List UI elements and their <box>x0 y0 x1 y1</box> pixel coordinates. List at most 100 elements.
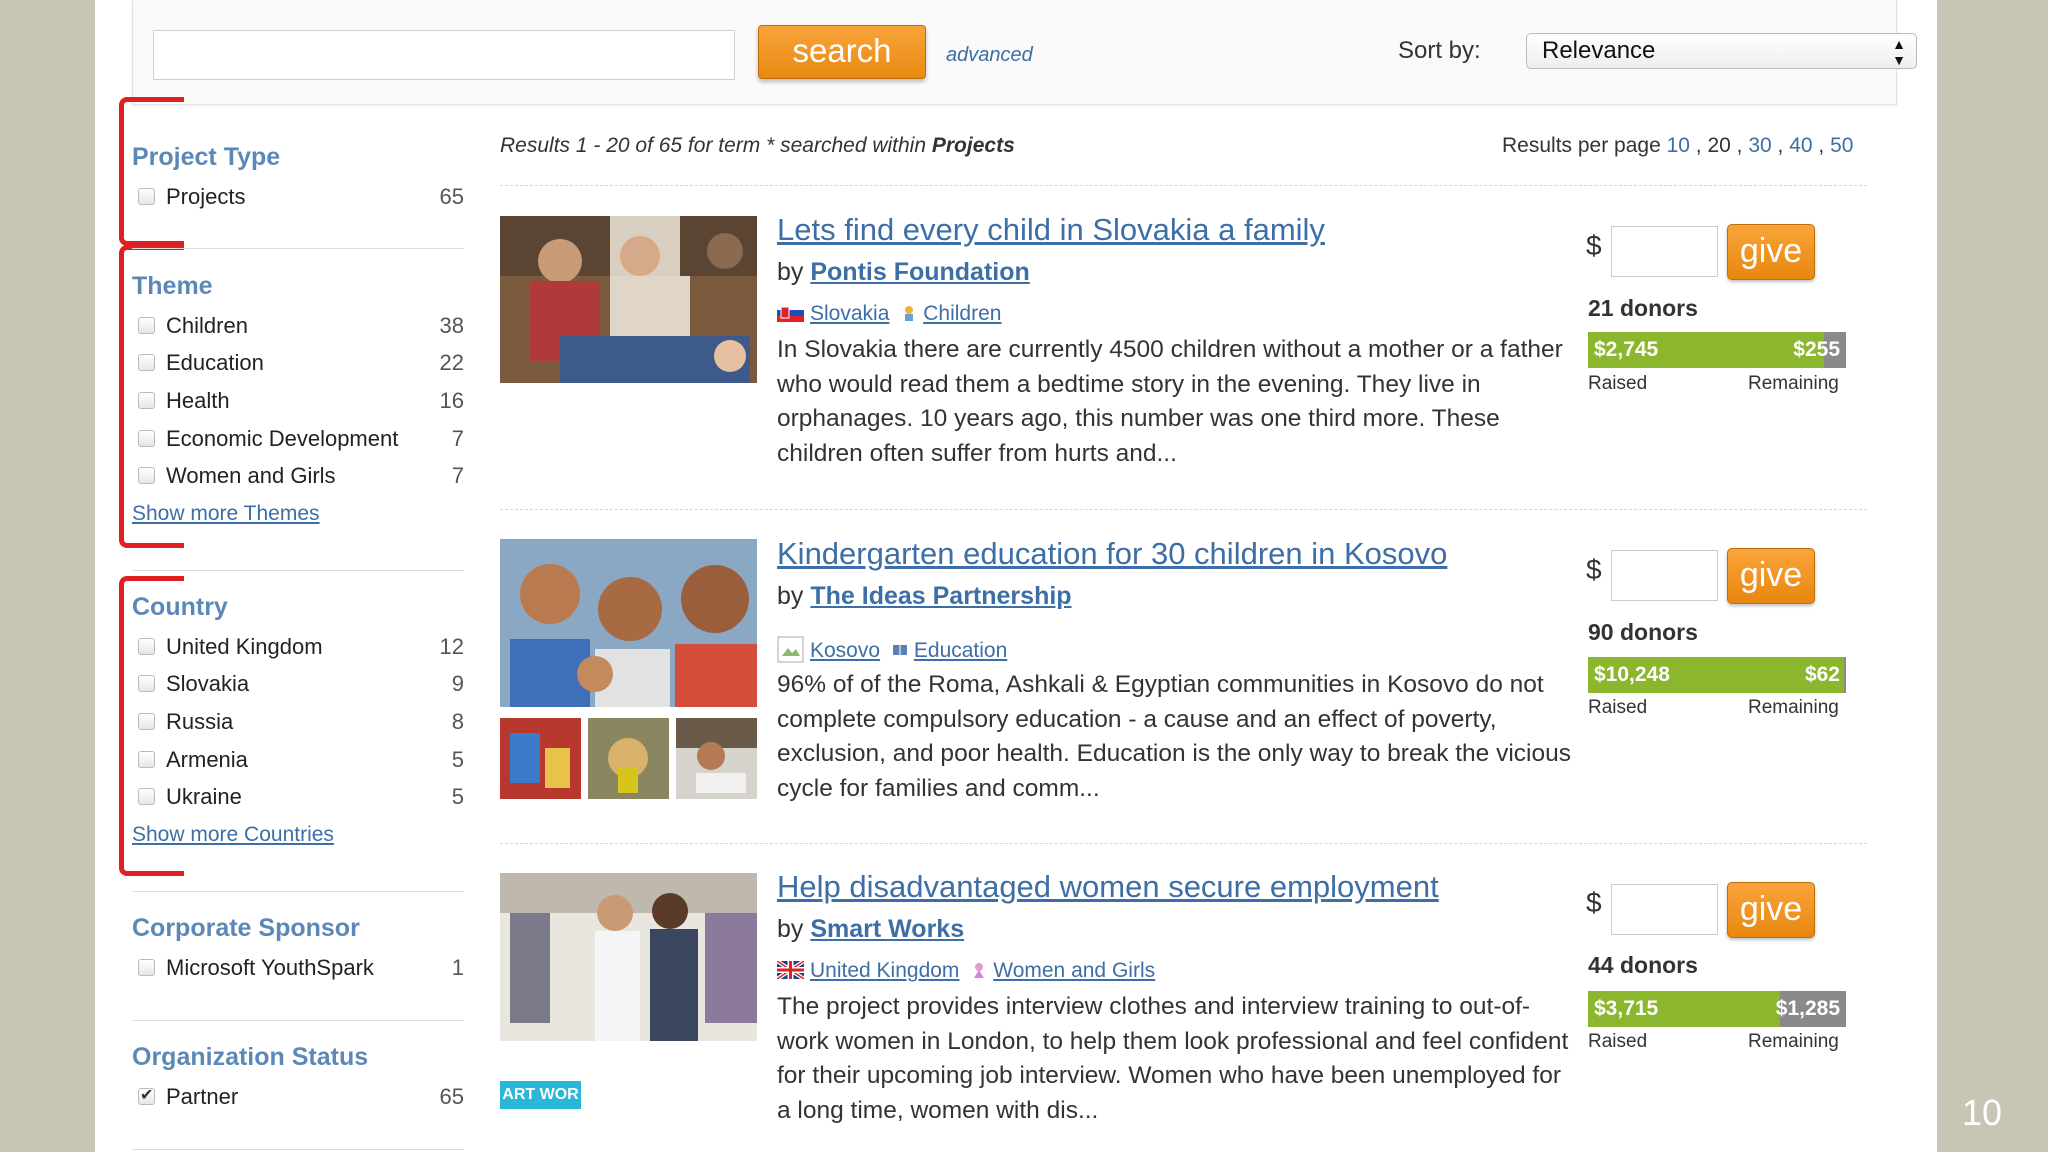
facet-title-theme: Theme <box>132 272 213 300</box>
sort-select[interactable]: Relevance ▲ ▼ <box>1526 33 1917 69</box>
organization-link[interactable]: The Ideas Partnership <box>810 582 1071 610</box>
facet-divider <box>132 1020 464 1021</box>
facet-option-partner[interactable]: Partner 65 <box>138 1084 464 1112</box>
facet-checkbox[interactable] <box>138 788 155 805</box>
show-more-countries-link[interactable]: Show more Countries <box>132 823 334 847</box>
facet-checkbox-checked[interactable] <box>138 1085 155 1105</box>
project-thumbnail[interactable] <box>588 718 669 799</box>
raised-label: Raised <box>1588 697 1648 718</box>
facet-option-education[interactable]: Education 22 <box>138 350 464 378</box>
byline-prefix: by <box>777 915 804 943</box>
facet-checkbox[interactable] <box>138 467 155 484</box>
donation-amount-input[interactable] <box>1611 884 1718 935</box>
project-photo[interactable] <box>500 539 757 707</box>
facet-option-microsoft-youthspark[interactable]: Microsoft YouthSpark 1 <box>138 955 464 983</box>
facet-option-economic-development[interactable]: Economic Development 7 <box>138 426 464 454</box>
give-button[interactable]: give <box>1727 548 1815 604</box>
theme-tag-link[interactable]: Women and Girls <box>993 959 1155 982</box>
facet-divider <box>132 248 464 249</box>
facet-checkbox[interactable] <box>138 638 155 655</box>
organization-link[interactable]: Pontis Foundation <box>810 258 1029 286</box>
search-button[interactable]: search <box>758 25 926 79</box>
remaining-amount: $255 <box>1793 338 1840 361</box>
results-scope: Projects <box>931 134 1015 157</box>
remaining-label: Remaining <box>1748 697 1839 718</box>
results-divider <box>500 843 1867 844</box>
facet-checkbox[interactable] <box>138 959 155 976</box>
facet-option-children[interactable]: Children 38 <box>138 313 464 341</box>
country-tag-link[interactable]: Kosovo <box>810 639 880 662</box>
project-title-link[interactable]: Lets find every child in Slovakia a fami… <box>777 212 1325 248</box>
facet-option-russia[interactable]: Russia 8 <box>138 709 464 737</box>
country-tag-link[interactable]: United Kingdom <box>810 959 959 982</box>
facet-option-slovakia[interactable]: Slovakia 9 <box>138 671 464 699</box>
facet-option-label: Russia <box>166 709 234 734</box>
project-title-link[interactable]: Kindergarten education for 30 children i… <box>777 536 1447 572</box>
funding-progress-bar: $3,715 $1,285 <box>1588 991 1846 1027</box>
facet-checkbox[interactable] <box>138 751 155 768</box>
facet-option-count: 65 <box>439 1084 464 1109</box>
facet-checkbox[interactable] <box>138 317 155 334</box>
facet-checkbox[interactable] <box>138 430 155 447</box>
facet-option-count: 1 <box>451 955 464 980</box>
facet-title-country: Country <box>132 593 228 621</box>
byline-prefix: by <box>777 258 804 286</box>
facet-option-label: Ukraine <box>166 784 242 809</box>
per-page-option-30[interactable]: 30 <box>1748 134 1771 157</box>
facet-option-armenia[interactable]: Armenia 5 <box>138 747 464 775</box>
facet-option-ukraine[interactable]: Ukraine 5 <box>138 784 464 812</box>
country-tag-link[interactable]: Slovakia <box>810 302 889 325</box>
project-tags: United Kingdom Women and Girls <box>777 959 1155 983</box>
facet-checkbox[interactable] <box>138 392 155 409</box>
raised-amount: $10,248 <box>1594 663 1670 686</box>
remaining-amount: $1,285 <box>1775 997 1840 1020</box>
donor-count: 90 donors <box>1588 619 1698 645</box>
project-thumbnail[interactable] <box>676 718 757 799</box>
give-button[interactable]: give <box>1727 224 1815 280</box>
facet-title-organization-status: Organization Status <box>132 1043 369 1071</box>
per-page-option-10[interactable]: 10 <box>1667 134 1690 157</box>
facet-divider <box>132 891 464 892</box>
facet-option-count: 5 <box>451 784 464 809</box>
donation-amount-input[interactable] <box>1611 226 1718 277</box>
project-photo[interactable] <box>500 873 757 1041</box>
project-photo[interactable] <box>500 216 757 383</box>
facet-option-count: 12 <box>439 634 464 659</box>
project-tags: Slovakia Children <box>777 302 1001 326</box>
search-input[interactable] <box>153 30 735 80</box>
search-bar: search advanced Sort by: Relevance ▲ ▼ <box>132 0 1917 105</box>
slide-margin-right <box>1937 0 2048 1152</box>
facet-checkbox[interactable] <box>138 354 155 371</box>
facet-title-corporate-sponsor: Corporate Sponsor <box>132 914 360 942</box>
facet-option-label: Microsoft YouthSpark <box>166 955 374 980</box>
per-page-option-50[interactable]: 50 <box>1830 134 1853 157</box>
facet-checkbox[interactable] <box>138 188 155 205</box>
byline-prefix: by <box>777 582 804 610</box>
advanced-search-link[interactable]: advanced <box>946 44 1033 67</box>
facet-checkbox[interactable] <box>138 675 155 692</box>
results-per-page: Results per page 10 , 20 , 30 , 40 , 50 <box>1502 134 1854 157</box>
facet-option-united-kingdom[interactable]: United Kingdom 12 <box>138 634 464 662</box>
facet-option-health[interactable]: Health 16 <box>138 388 464 416</box>
children-theme-icon <box>905 306 914 321</box>
give-button[interactable]: give <box>1727 882 1815 938</box>
facet-option-label: Education <box>166 350 264 375</box>
project-description: 96% of of the Roma, Ashkali & Egyptian c… <box>777 671 1572 802</box>
facet-option-projects[interactable]: Projects 65 <box>138 184 464 212</box>
organization-link[interactable]: Smart Works <box>810 915 964 943</box>
per-page-option-40[interactable]: 40 <box>1789 134 1812 157</box>
donor-count: 44 donors <box>1588 952 1698 978</box>
show-more-themes-link[interactable]: Show more Themes <box>132 502 320 526</box>
broken-image-icon <box>777 636 804 663</box>
select-arrows-icon: ▲ ▼ <box>1892 36 1906 68</box>
project-thumbnail[interactable] <box>500 718 581 799</box>
results-summary-text: Results 1 - 20 of 65 for term * searched… <box>500 134 932 157</box>
facet-option-women-and-girls[interactable]: Women and Girls 7 <box>138 463 464 491</box>
project-title-link[interactable]: Help disadvantaged women secure employme… <box>777 869 1439 905</box>
theme-tag-link[interactable]: Education <box>914 639 1007 662</box>
facet-option-label: Economic Development <box>166 426 399 451</box>
donation-amount-input[interactable] <box>1611 550 1718 601</box>
theme-tag-link[interactable]: Children <box>923 302 1001 325</box>
project-tags: Kosovo Education <box>777 636 1007 663</box>
facet-checkbox[interactable] <box>138 713 155 730</box>
